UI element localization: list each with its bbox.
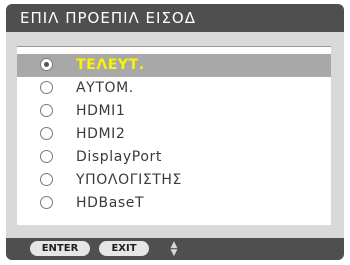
up-down-arrows-icon: ▲ ▼ <box>170 240 178 258</box>
radio-button-icon[interactable] <box>40 58 53 71</box>
option-label: DisplayPort <box>76 149 162 165</box>
radio-button-icon[interactable] <box>40 127 53 140</box>
option-hdmi1[interactable]: HDMI1 <box>17 100 331 123</box>
options-list: ΤΕΛΕΥΤ. ΑΥΤΟΜ. HDMI1 HDMI2 DisplayPort Υ… <box>17 54 331 215</box>
option-label: ΥΠΟΛΟΓΙΣΤΗΣ <box>76 172 182 188</box>
radio-button-icon[interactable] <box>40 173 53 186</box>
option-computer[interactable]: ΥΠΟΛΟΓΙΣΤΗΣ <box>17 169 331 192</box>
option-hdbaset[interactable]: HDBaseT <box>17 192 331 215</box>
radio-dot-icon <box>44 62 49 67</box>
radio-button-icon[interactable] <box>40 81 53 94</box>
input-preset-dialog: ΕΠΙΛ ΠΡΟΕΠΙΛ ΕΙΣΟΔ ΤΕΛΕΥΤ. ΑΥΤΟΜ. HDMI1 <box>0 0 350 265</box>
dialog-title: ΕΠΙΛ ΠΡΟΕΠΙΛ ΕΙΣΟΔ <box>20 9 196 27</box>
exit-button[interactable]: EXIT <box>99 241 149 256</box>
option-label: HDMI1 <box>76 103 126 119</box>
option-label: HDMI2 <box>76 126 126 142</box>
radio-button-icon[interactable] <box>40 104 53 117</box>
option-last[interactable]: ΤΕΛΕΥΤ. <box>17 54 331 77</box>
options-panel: ΤΕΛΕΥΤ. ΑΥΤΟΜ. HDMI1 HDMI2 DisplayPort Υ… <box>17 46 331 225</box>
option-label: ΑΥΤΟΜ. <box>76 80 134 96</box>
option-label: HDBaseT <box>76 195 145 211</box>
title-bar: ΕΠΙΛ ΠΡΟΕΠΙΛ ΕΙΣΟΔ <box>6 4 344 32</box>
option-label: ΤΕΛΕΥΤ. <box>76 57 145 73</box>
footer-bar: ENTER EXIT ▲ ▼ <box>6 238 344 260</box>
radio-button-icon[interactable] <box>40 196 53 209</box>
option-hdmi2[interactable]: HDMI2 <box>17 123 331 146</box>
option-auto[interactable]: ΑΥΤΟΜ. <box>17 77 331 100</box>
dialog-body: ΤΕΛΕΥΤ. ΑΥΤΟΜ. HDMI1 HDMI2 DisplayPort Υ… <box>6 32 344 238</box>
radio-button-icon[interactable] <box>40 150 53 163</box>
option-displayport[interactable]: DisplayPort <box>17 146 331 169</box>
enter-button[interactable]: ENTER <box>30 241 90 256</box>
